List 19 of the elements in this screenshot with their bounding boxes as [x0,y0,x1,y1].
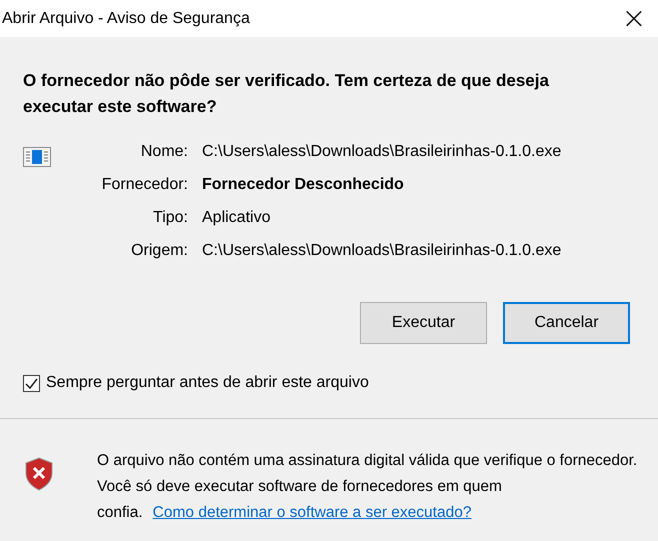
checkbox-label: Sempre perguntar antes de abrir este arquivo [46,374,369,392]
error-shield-icon [25,457,53,491]
help-link[interactable]: Como determinar o software a ser executado? [152,504,472,521]
field-value: C:\Users\aless\Downloads\Brasileirinhas-0.1.0.exe [202,242,562,259]
field-label: Origem: [130,242,188,260]
field-label: Tipo: [152,209,188,227]
field-value: Fornecedor Desconhecido [202,176,404,193]
warning-heading: O fornecedor não pôde ser verificado. Tem certeza de que deseja executar este software? [23,70,550,118]
warning-text: O arquivo não contém uma assinatura digital válida que verifique o fornecedor. Você só deve executar software de fornecedores em quem confia. Como determinar o software a ser executado? [97,451,638,523]
field-value: Aplicativo [202,209,270,226]
field-label: Fornecedor: [100,176,188,194]
application-icon [23,147,51,167]
dialog-button[interactable]: Cancelar [503,302,630,344]
checkbox[interactable] [23,374,40,392]
window-title: Abrir Arquivo - Aviso de Segurança [2,10,250,28]
close-button[interactable]: × [610,0,658,37]
dialog-button[interactable]: Executar [360,302,487,344]
field-value: C:\Users\aless\Downloads\Brasileirinhas-0.1.0.exe [202,143,562,160]
field-label: Nome: [140,143,188,161]
